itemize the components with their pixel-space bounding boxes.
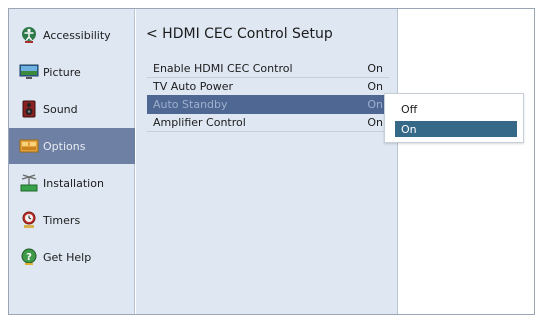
sidebar-item-installation[interactable]: Installation: [9, 165, 135, 201]
antenna-icon: [20, 174, 38, 192]
right-pane: [399, 9, 534, 314]
setting-value: On: [367, 98, 383, 111]
dropdown-option-on[interactable]: On: [395, 121, 517, 137]
sidebar-item-label: Sound: [43, 102, 78, 116]
sidebar-item-label: Get Help: [43, 250, 92, 264]
setting-label: Amplifier Control: [153, 116, 246, 129]
setting-value: On: [367, 62, 383, 75]
settings-window: Accessibility Picture Sound Options Inst…: [8, 8, 535, 315]
sidebar-item-get-help[interactable]: ? Get Help: [9, 239, 135, 275]
page-title[interactable]: < HDMI CEC Control Setup: [146, 26, 333, 42]
speaker-icon: [22, 100, 36, 118]
sidebar-item-sound[interactable]: Sound: [9, 91, 135, 127]
hdmi-cec-panel: < HDMI CEC Control Setup Enable HDMI CEC…: [136, 9, 398, 314]
dropdown-option-off[interactable]: Off: [395, 101, 513, 117]
help-icon: ?: [21, 248, 37, 265]
timer-icon: [22, 211, 36, 228]
sidebar-item-label: Timers: [43, 213, 81, 227]
accessibility-icon: [22, 27, 36, 43]
sidebar-item-label: Installation: [43, 176, 104, 190]
svg-text:?: ?: [26, 252, 32, 263]
setting-label: TV Auto Power: [153, 80, 234, 93]
sidebar-item-picture[interactable]: Picture: [9, 54, 135, 90]
setting-row-enable-hdmi-cec[interactable]: Enable HDMI CEC Control On: [147, 59, 389, 78]
sidebar-item-timers[interactable]: Timers: [9, 202, 135, 238]
sidebar: Accessibility Picture Sound Options Inst…: [9, 9, 135, 314]
setting-row-amplifier-control[interactable]: Amplifier Control On: [147, 113, 389, 132]
sidebar-item-accessibility[interactable]: Accessibility: [9, 17, 135, 53]
picture-icon: [19, 64, 39, 79]
sidebar-item-label: Picture: [43, 65, 81, 79]
auto-standby-dropdown[interactable]: Off On: [384, 93, 524, 143]
setting-value: On: [367, 80, 383, 93]
sidebar-item-label: Options: [43, 139, 86, 153]
options-icon: [19, 139, 39, 153]
setting-row-auto-standby[interactable]: Auto Standby On: [147, 95, 389, 114]
setting-label: Enable HDMI CEC Control: [153, 62, 293, 75]
sidebar-item-label: Accessibility: [43, 28, 111, 42]
setting-row-tv-auto-power[interactable]: TV Auto Power On: [147, 77, 389, 96]
setting-label: Auto Standby: [153, 98, 228, 111]
setting-value: On: [367, 116, 383, 129]
sidebar-item-options[interactable]: Options: [9, 128, 135, 164]
